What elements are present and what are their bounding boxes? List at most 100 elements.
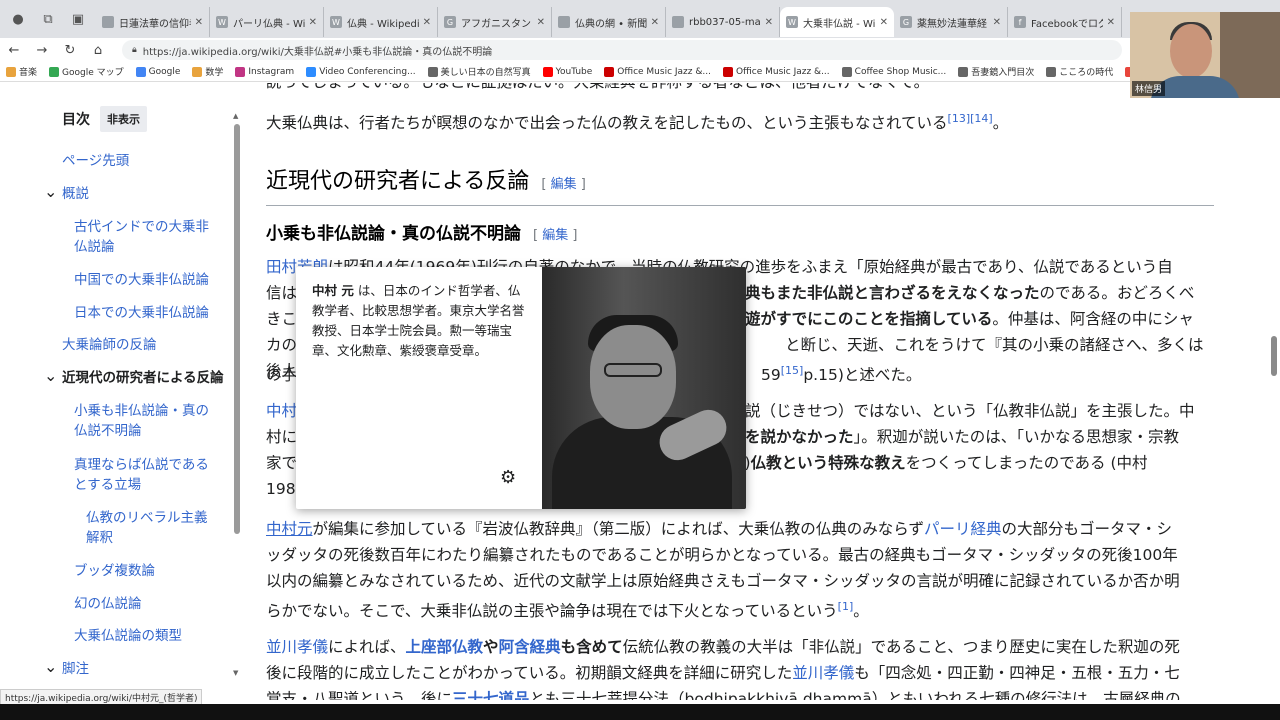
bookmark-item[interactable]: Office Music Jazz &... [722, 66, 830, 77]
toc-item[interactable]: 解釈 [86, 528, 113, 548]
p2-l1-end: 説（じきせつ）ではない、という「仏教非仏説」を主張した。中 [745, 402, 1195, 420]
tab-1[interactable]: W パーリ仏典 - Wikipedi ✕ [210, 7, 324, 37]
gear-icon[interactable]: ⚙ [500, 467, 516, 488]
tab-0[interactable]: 日蓮法華の信仰者は ✕ [96, 7, 210, 37]
tab-4[interactable]: 仏典の網 • 新聞記事 ✕ [552, 7, 666, 37]
preview-photo[interactable] [542, 267, 746, 509]
subsection-edit-label[interactable]: 編集 [542, 228, 568, 243]
tab-5[interactable]: rbb037-05-matsuda ✕ [666, 7, 780, 37]
toc-item[interactable]: 日本での大乗非仏説論 [74, 303, 209, 323]
toc-scroll-up-icon[interactable]: ▲ [233, 112, 238, 120]
tab-close-icon[interactable]: ✕ [309, 17, 317, 28]
toc-item[interactable]: ページ先頭 [62, 151, 129, 171]
section-heading-text: 近現代の研究者による反論 [266, 169, 530, 194]
bookmark-item[interactable]: Video Conferencing... [306, 66, 416, 77]
link-37-factors[interactable]: 三十七道品 [452, 690, 530, 700]
page-scroll-thumb[interactable] [1271, 336, 1277, 376]
tab-2[interactable]: W 仏典 - Wikipedia ✕ [324, 7, 438, 37]
tab-title: パーリ仏典 - Wikipedi [233, 18, 305, 30]
ref-1-link[interactable]: [1] [838, 600, 854, 613]
subsection-edit-link[interactable]: [ 編集 ] [533, 228, 577, 243]
tab-close-icon[interactable]: ✕ [651, 17, 659, 28]
toc-item[interactable]: 仏説論 [74, 237, 115, 257]
link-nakamura-hovered[interactable]: 中村元 [266, 520, 313, 538]
bookmark-item[interactable]: 音楽 [6, 65, 37, 78]
bookmark-item[interactable]: Instagram [235, 66, 294, 77]
bookmark-item[interactable]: Coffee Shop Music... [841, 66, 946, 77]
link-theravada[interactable]: 上座部仏教 [406, 638, 484, 656]
preview-name: 中村 元 [312, 283, 354, 298]
bookmark-item[interactable]: Google マップ [49, 65, 124, 78]
bookmark-icon [192, 66, 203, 77]
bookmark-icon [235, 66, 246, 77]
toc-scrollbar[interactable]: ▲ ▼ [233, 112, 241, 677]
toc-item[interactable]: 概説 [62, 184, 89, 204]
p3-l4-text: らかでない。そこで、大乗非仏説の主張や論争は現在では下火となっているという [266, 602, 838, 621]
toc-item[interactable]: 脚注 [62, 659, 89, 679]
p2-l2-start: 村に [266, 428, 298, 446]
toc-chevron-icon[interactable]: ⌄ [44, 184, 57, 200]
home-icon[interactable]: ⌂ [84, 43, 112, 58]
toc-item[interactable]: 仏説不明論 [74, 421, 142, 441]
tab-6[interactable]: W 大乗非仏説 - Wikipe ✕ [780, 7, 894, 37]
bookmark-item[interactable]: 美しい日本の自然写真 [427, 65, 531, 78]
tab-close-icon[interactable]: ✕ [423, 17, 431, 28]
tab-8[interactable]: f Facebookでログイン - ✕ [1008, 7, 1122, 37]
p3-period: 。 [853, 602, 869, 621]
toc-item[interactable]: 幻の仏説論 [74, 594, 142, 614]
section-edit-label[interactable]: 編集 [551, 177, 577, 192]
tab-7[interactable]: G 薬無妙法蓮華経 - Go ✕ [894, 7, 1008, 37]
page-preview-popup[interactable]: 中村 元 は、日本のインド哲学者、仏教学者、比較思想学者。東京大学名誉教授、日本… [296, 267, 746, 509]
bookmark-item[interactable]: こころの時代 [1046, 65, 1113, 78]
link-pali-canon[interactable]: パーリ経典 [924, 520, 1002, 538]
bookmark-item[interactable]: 数学 [192, 65, 223, 78]
back-icon[interactable]: ← [0, 43, 28, 58]
tab-close-icon[interactable]: ✕ [765, 17, 773, 28]
bookmark-item[interactable]: Google [135, 66, 180, 77]
section-edit-link[interactable]: [ 編集 ] [541, 177, 585, 192]
workspaces-icon[interactable]: ⧉ [36, 7, 60, 31]
ref-15-link[interactable]: [15] [781, 364, 804, 377]
bookmark-label: Google マップ [62, 68, 124, 78]
profile-icon[interactable]: ● [6, 7, 30, 31]
reload-icon[interactable]: ↻ [56, 43, 84, 58]
forward-icon[interactable]: → [28, 43, 56, 58]
tab-title: 仏典 - Wikipedia [347, 18, 419, 30]
ref-13-link[interactable]: [13] [948, 112, 971, 125]
toc-item[interactable]: 中国での大乗非仏説論 [74, 270, 209, 290]
toc-item[interactable]: 大乗論師の反論 [62, 335, 157, 355]
toc-item[interactable]: 近現代の研究者による反論 [62, 368, 224, 388]
table-of-contents: 目次 非表示 ページ先頭 ⌄ 概説 古代インドでの大乗非 仏説論 中国での大乗非仏説論 日本… [0, 83, 236, 700]
link-nakamura-1[interactable]: 中村 [266, 402, 297, 420]
toc-item[interactable]: ブッダ複数論 [74, 561, 155, 581]
toc-item[interactable]: 仏教のリベラル主義 [86, 508, 208, 528]
ref-14-link[interactable]: [14] [970, 112, 993, 125]
tab-close-icon[interactable]: ✕ [537, 17, 545, 28]
lock-icon: 🔒︎ [132, 45, 137, 55]
tab-close-icon[interactable]: ✕ [195, 17, 203, 28]
url-input[interactable]: 🔒︎ https://ja.wikipedia.org/wiki/大乗非仏説#小乗… [122, 40, 1122, 60]
toc-item[interactable]: とする立場 [74, 475, 141, 495]
link-namikawa-1[interactable]: 並川孝儀 [266, 638, 328, 656]
toc-item[interactable]: 真理ならば仏説である [74, 455, 209, 475]
tab-close-icon[interactable]: ✕ [993, 17, 1001, 28]
page-scrollbar[interactable] [1268, 83, 1280, 700]
link-namikawa-2[interactable]: 並川孝儀 [792, 664, 854, 682]
toc-scroll-thumb[interactable] [234, 124, 240, 534]
toc-chevron-icon[interactable]: ⌄ [44, 368, 57, 384]
toc-chevron-icon[interactable]: ⌄ [44, 659, 57, 675]
tab-3[interactable]: G アフガニスタン バーミヤン ✕ [438, 7, 552, 37]
link-agama[interactable]: 阿含経典 [499, 638, 561, 656]
bookmark-item[interactable]: 吾妻鏡入門目次 [958, 65, 1034, 78]
tab-actions-icon[interactable]: ▣ [66, 7, 90, 31]
bookmark-item[interactable]: YouTube [542, 66, 592, 77]
toc-item[interactable]: 古代インドでの大乗非 [74, 217, 209, 237]
tab-close-icon[interactable]: ✕ [880, 17, 888, 28]
toc-scroll-down-icon[interactable]: ▼ [233, 669, 238, 677]
toc-hide-button[interactable]: 非表示 [100, 106, 147, 132]
p3-l1-end: の大部分もゴータマ・シ [1001, 520, 1173, 538]
bookmark-item[interactable]: Office Music Jazz &... [604, 66, 711, 77]
toc-item[interactable]: 小乗も非仏説論・真の [74, 401, 209, 421]
tab-close-icon[interactable]: ✕ [1107, 17, 1115, 28]
toc-item[interactable]: 大乗仏説論の類型 [74, 626, 182, 646]
